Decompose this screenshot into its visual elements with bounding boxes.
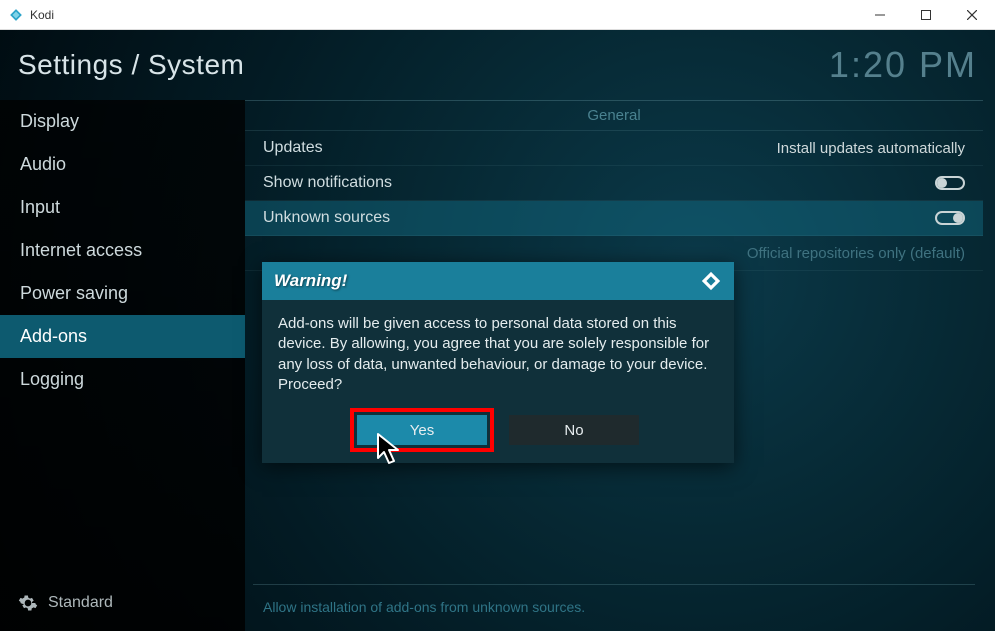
row-updates[interactable]: Updates Install updates automatically xyxy=(245,131,983,166)
dialog-buttons: Yes No xyxy=(262,405,734,463)
button-label: No xyxy=(564,422,583,439)
sidebar-item-audio[interactable]: Audio xyxy=(0,143,245,186)
row-label: Updates xyxy=(263,139,323,157)
row-label: Show notifications xyxy=(263,174,392,192)
close-button[interactable] xyxy=(949,0,995,30)
sidebar-item-power-saving[interactable]: Power saving xyxy=(0,272,245,315)
toggle-notifications[interactable] xyxy=(935,176,965,190)
divider xyxy=(253,584,975,585)
row-value: Install updates automatically xyxy=(777,140,965,157)
app-body: Settings / System 1:20 PM Display Audio … xyxy=(0,30,995,631)
sidebar-item-display[interactable]: Display xyxy=(0,100,245,143)
row-unknown-sources[interactable]: Unknown sources xyxy=(245,201,983,236)
window-title: Kodi xyxy=(30,8,857,22)
clock: 1:20 PM xyxy=(829,44,977,86)
sidebar: Display Audio Input Internet access Powe… xyxy=(0,100,245,631)
dialog-body: Add-ons will be given access to personal… xyxy=(262,300,734,405)
footer-hint: Allow installation of add-ons from unkno… xyxy=(263,599,585,615)
sidebar-item-label: Input xyxy=(20,197,60,218)
sidebar-item-internet-access[interactable]: Internet access xyxy=(0,229,245,272)
dialog-title: Warning! xyxy=(274,271,347,291)
settings-level-label: Standard xyxy=(48,594,113,612)
sidebar-item-label: Add-ons xyxy=(20,326,87,347)
maximize-button[interactable] xyxy=(903,0,949,30)
button-label: Yes xyxy=(410,422,434,439)
minimize-button[interactable] xyxy=(857,0,903,30)
section-header: General xyxy=(245,101,983,131)
row-show-notifications[interactable]: Show notifications xyxy=(245,166,983,201)
toggle-unknown-sources[interactable] xyxy=(935,211,965,225)
sidebar-item-logging[interactable]: Logging xyxy=(0,358,245,401)
sidebar-item-input[interactable]: Input xyxy=(0,186,245,229)
dialog-header: Warning! xyxy=(262,262,734,300)
yes-button[interactable]: Yes xyxy=(357,415,487,445)
gear-icon xyxy=(18,593,38,613)
sidebar-item-label: Logging xyxy=(20,369,84,390)
no-button[interactable]: No xyxy=(509,415,639,445)
row-label: Unknown sources xyxy=(263,209,390,227)
sidebar-item-add-ons[interactable]: Add-ons xyxy=(0,315,245,358)
kodi-icon xyxy=(700,270,722,292)
sidebar-item-label: Display xyxy=(20,111,79,132)
settings-level[interactable]: Standard xyxy=(0,593,245,613)
sidebar-item-label: Power saving xyxy=(20,283,128,304)
kodi-icon xyxy=(8,7,24,23)
sidebar-item-label: Internet access xyxy=(20,240,142,261)
sidebar-item-label: Audio xyxy=(20,154,66,175)
breadcrumb: Settings / System xyxy=(18,49,244,81)
row-value: Official repositories only (default) xyxy=(747,245,965,262)
warning-dialog: Warning! Add-ons will be given access to… xyxy=(262,262,734,463)
window-titlebar: Kodi xyxy=(0,0,995,30)
header: Settings / System 1:20 PM xyxy=(0,30,995,100)
